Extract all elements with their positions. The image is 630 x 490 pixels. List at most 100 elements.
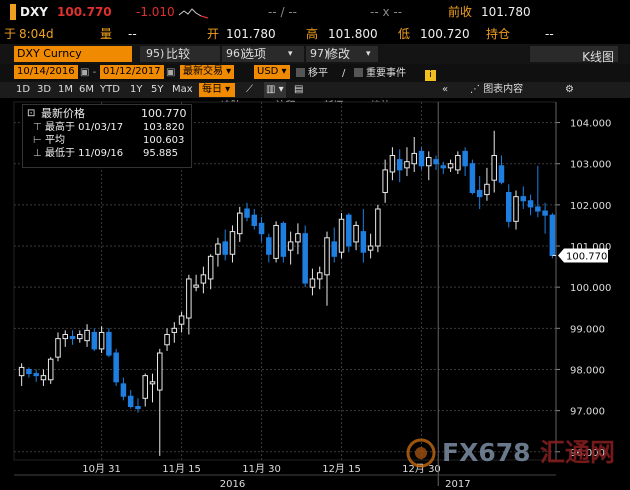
candle-body	[469, 163, 476, 194]
candle-body	[476, 189, 483, 198]
period-tab-1m[interactable]: 1M	[58, 83, 73, 97]
candle-type-select[interactable]: ▥ ▾	[264, 82, 286, 98]
trading-select[interactable]: 最新交易 ▾	[180, 65, 235, 79]
bid-ask: -- / --	[268, 5, 297, 19]
candle-body	[98, 331, 105, 350]
candle-body	[113, 352, 119, 383]
candle-body	[171, 327, 178, 333]
candle-body	[251, 214, 258, 226]
collapse-icon[interactable]: «	[442, 82, 448, 98]
candle-body	[273, 224, 279, 259]
candle-body	[353, 224, 359, 243]
candle-body	[367, 245, 374, 251]
options-button[interactable]: 96) 选项 ▾	[222, 46, 304, 62]
candle-body	[527, 200, 534, 208]
candle-body	[69, 336, 76, 340]
y-tick-label: 104.000	[570, 119, 611, 130]
tree-branch-icon: ⊢	[33, 135, 42, 146]
y-tick-label: 102.000	[570, 201, 611, 212]
net-change: -1.010	[136, 5, 175, 19]
candle-body	[375, 208, 381, 247]
candle-body	[316, 272, 323, 280]
candle-body	[287, 241, 294, 251]
year-label: 2017	[445, 479, 470, 490]
bid-ask-size: -- x --	[370, 5, 403, 19]
candle-body	[266, 237, 272, 255]
calendar-icon[interactable]: ▣	[166, 65, 175, 81]
bar-type-icon[interactable]: ▤	[294, 82, 303, 98]
open-value: 101.780	[226, 27, 276, 41]
low-value: 100.720	[420, 27, 470, 41]
compare-button[interactable]: 95) 比较	[140, 46, 220, 62]
events-toggle[interactable]: 重要事件	[354, 66, 406, 82]
range-bar: 10/14/2016 ▣ - 01/12/2017 ▣ 最新交易 ▾ USD ▾…	[0, 64, 630, 82]
line-chart-icon[interactable]: ⟋	[246, 82, 253, 98]
start-date-field[interactable]: 10/14/2016	[14, 65, 78, 79]
chevron-down-icon: ▾	[366, 49, 371, 59]
edit-button[interactable]: 97) 修改 ▾	[306, 46, 378, 62]
candle-body	[62, 333, 69, 340]
candle-body	[346, 214, 352, 247]
sparkline-icon	[178, 8, 209, 19]
legend-low-value: 95.885	[143, 148, 178, 159]
checkbox-icon	[354, 68, 363, 77]
quote-header: DXY 100.770 -1.010 -- / -- -- x -- 前收 10…	[0, 0, 630, 24]
chart-content-label: 图表内容	[483, 84, 524, 95]
pencil-icon[interactable]: /	[342, 66, 345, 82]
settings-gear-icon[interactable]: ⚙	[565, 82, 574, 98]
candle-body	[33, 373, 39, 377]
period-bar: 1D 3D 1M 6M YTD 1Y 5Y Max 每日 ▾ ⟋ ▥ ▾ ▤ « ⋰ 图表内容…	[0, 82, 630, 98]
compare-num: 95)	[146, 47, 165, 60]
last-price-tag-label: 100.770	[566, 251, 607, 262]
period-tab-5y[interactable]: 5Y	[151, 83, 163, 97]
candle-body	[127, 395, 134, 408]
candle-body	[462, 150, 468, 167]
candle-body	[142, 375, 148, 399]
end-date-field[interactable]: 01/12/2017	[100, 65, 164, 79]
period-tab-1d[interactable]: 1D	[16, 83, 30, 97]
x-tick-label: 11月 15	[162, 463, 201, 475]
candle-body	[396, 159, 403, 171]
candle-body	[418, 150, 425, 167]
high-value: 101.800	[328, 27, 378, 41]
info-button[interactable]: i	[425, 66, 436, 82]
watermark-text2: 汇通网	[540, 438, 616, 467]
high-label: 高	[306, 27, 319, 41]
candle-body	[215, 243, 221, 255]
security-field[interactable]: DXY Curncy	[14, 46, 132, 62]
candle-body	[244, 208, 250, 218]
ticker-marker	[10, 4, 16, 20]
low-label: 低	[398, 27, 411, 41]
info-icon: i	[425, 70, 436, 81]
shift-toggle[interactable]: 移平	[296, 66, 328, 82]
volume-label: 量	[100, 27, 113, 41]
trading-label: 最新交易	[183, 66, 223, 77]
period-tab-3d[interactable]: 3D	[37, 83, 51, 97]
candle-body	[484, 183, 490, 196]
period-tab-ytd[interactable]: YTD	[100, 83, 120, 97]
candle-body	[433, 159, 439, 165]
candle-body	[258, 222, 265, 235]
candle-body	[40, 375, 47, 381]
x-tick-label: 12月 15	[322, 463, 361, 475]
watermark: FX678 汇通网	[400, 436, 620, 470]
chart-content-button[interactable]: ⋰ 图表内容	[470, 82, 523, 98]
last-time: 8:04d	[19, 27, 54, 41]
frequency-select[interactable]: 每日 ▾	[199, 83, 235, 97]
candle-body	[77, 333, 83, 340]
period-tab-6m[interactable]: 6M	[79, 83, 94, 97]
candle-body	[302, 233, 308, 284]
period-tab-1y[interactable]: 1Y	[130, 83, 142, 97]
candle-body	[120, 383, 127, 397]
currency-select[interactable]: USD ▾	[254, 65, 290, 79]
legend-checkbox-icon[interactable]: ⊡	[27, 107, 35, 120]
prev-close-label: 前收	[448, 5, 473, 19]
chart-type-button[interactable]: K线图	[530, 46, 618, 64]
candle-body	[200, 274, 207, 284]
candle-body	[18, 366, 25, 377]
period-tab-max[interactable]: Max	[172, 83, 193, 97]
candle-body	[331, 241, 338, 257]
candle-body	[106, 331, 112, 356]
candle-body	[178, 315, 185, 325]
y-tick-label: 103.000	[570, 160, 611, 171]
